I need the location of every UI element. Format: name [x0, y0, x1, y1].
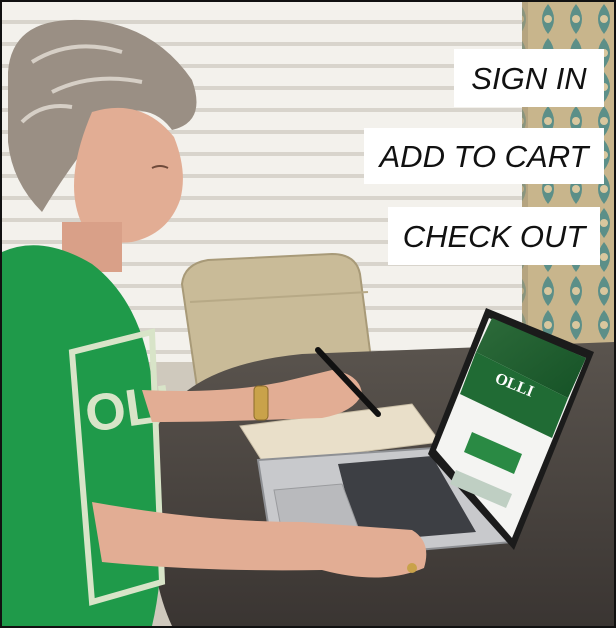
photo-frame: OLLI OLI SIGN IN ADD TO CART CHECK OUT: [0, 0, 616, 628]
sign-in-label: SIGN IN: [454, 49, 604, 107]
ring: [407, 563, 417, 573]
check-out-label: CHECK OUT: [388, 207, 600, 265]
add-to-cart-label: ADD TO CART: [364, 128, 604, 184]
bracelet: [253, 385, 269, 421]
